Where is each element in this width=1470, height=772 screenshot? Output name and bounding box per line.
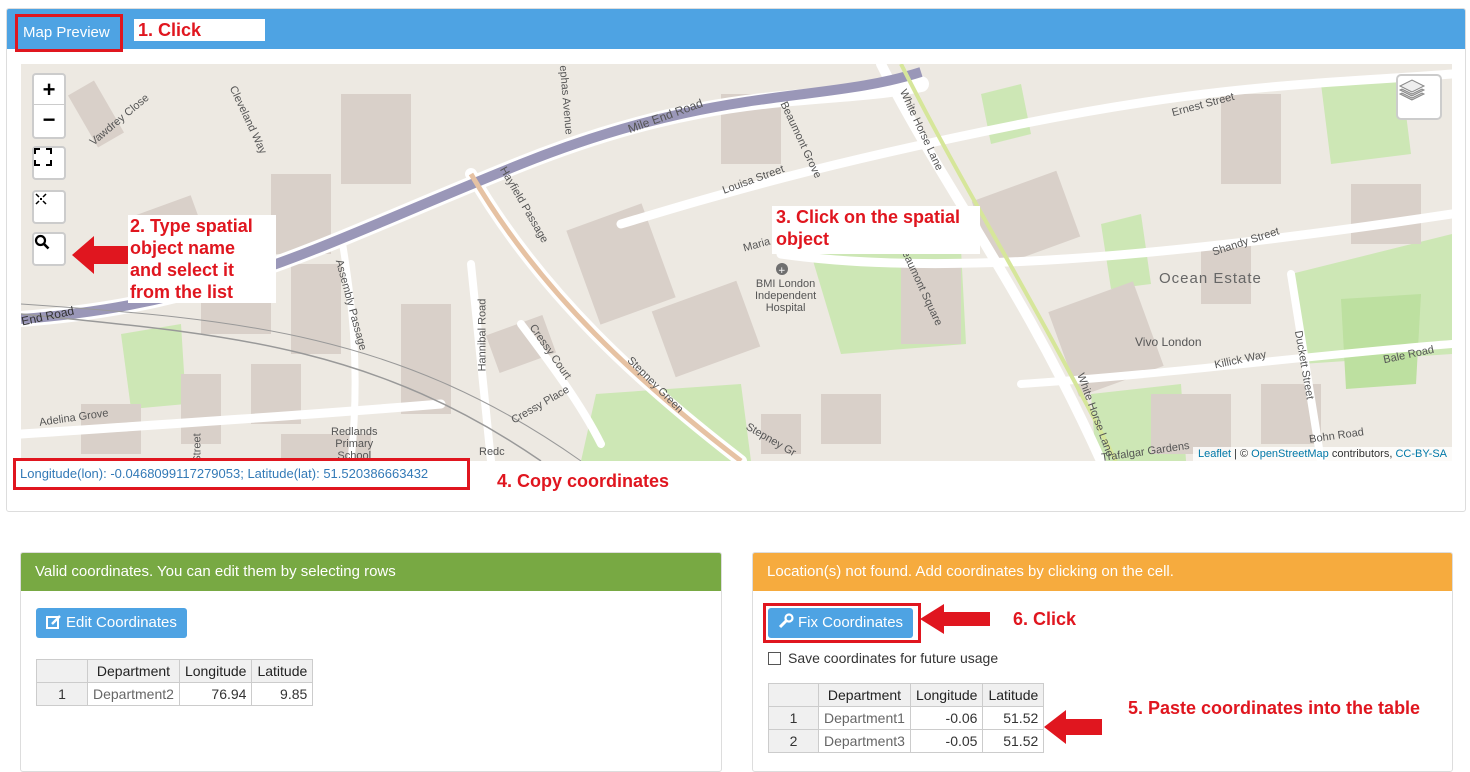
reset-view-icon [35, 193, 47, 205]
not-found-table[interactable]: Department Longitude Latitude 1 Departme… [768, 683, 1045, 753]
arrow-left-icon [920, 604, 990, 634]
zoom-control: + − [32, 73, 66, 139]
callout-step5: 5. Paste coordinates into the table [1128, 697, 1421, 719]
fix-coordinates-button[interactable]: Fix Coordinates [768, 608, 914, 638]
col-header-rownum [768, 683, 819, 707]
map-label-school: Redlands Primary School [331, 426, 378, 461]
col-header-department: Department [818, 683, 911, 707]
table-row[interactable]: 1 Department1 -0.06 51.52 [768, 706, 1045, 730]
map-label: Redc [479, 446, 505, 458]
map-label: Hannibal Road [476, 298, 489, 372]
layers-icon [1398, 79, 1426, 101]
col-header-rownum [36, 659, 88, 683]
layers-button[interactable] [1396, 74, 1442, 120]
arrow-left-icon [1044, 710, 1102, 744]
map-label: Street [191, 433, 204, 461]
valid-coordinates-table[interactable]: Department Longitude Latitude 1 Departme… [36, 659, 314, 706]
coordinates-readout[interactable]: Longitude(lon): -0.0468099117279053; Lat… [13, 458, 470, 490]
reset-view-button[interactable] [32, 190, 66, 224]
callout-step3: 3. Click on the spatial object [772, 206, 980, 254]
map-attribution: Leaflet | © OpenStreetMap contributors, … [1192, 447, 1452, 461]
callout-step4: 4. Copy coordinates [497, 470, 670, 492]
callout-step6: 6. Click [1013, 608, 1077, 630]
svg-text:+: + [778, 266, 786, 276]
edit-icon [46, 615, 61, 629]
search-icon [34, 234, 50, 250]
save-coordinates-checkbox[interactable]: Save coordinates for future usage [768, 650, 998, 666]
zoom-out-button[interactable]: − [34, 105, 64, 135]
notfound-panel-header: Location(s) not found. Add coordinates b… [753, 553, 1452, 591]
map-label-hospital: BMI London Independent Hospital [755, 278, 817, 314]
search-button[interactable] [32, 232, 66, 266]
edit-coordinates-button[interactable]: Edit Coordinates [36, 608, 187, 638]
osm-link[interactable]: OpenStreetMap [1251, 448, 1329, 460]
fullscreen-button[interactable] [32, 146, 66, 180]
table-row[interactable]: 1 Department2 76.94 9.85 [36, 682, 314, 706]
leaflet-link[interactable]: Leaflet [1198, 448, 1231, 460]
tab-map-preview[interactable]: Map Preview [15, 14, 123, 52]
callout-step2: 2. Type spatial object name and select it f… [128, 215, 276, 303]
map-label-area: Ocean Estate [1159, 270, 1262, 287]
fullscreen-icon [34, 148, 52, 166]
table-row[interactable]: 2 Department3 -0.05 51.52 [768, 729, 1045, 753]
col-header-department: Department [87, 659, 180, 683]
callout-step1: 1. Click [134, 19, 265, 41]
license-link[interactable]: CC-BY-SA [1395, 448, 1447, 460]
map-label: Vivo London [1135, 335, 1202, 349]
col-header-latitude: Latitude [982, 683, 1045, 707]
wrench-icon [778, 613, 794, 629]
zoom-in-button[interactable]: + [34, 75, 64, 105]
valid-panel-header: Valid coordinates. You can edit them by … [21, 553, 721, 591]
col-header-longitude: Longitude [909, 683, 984, 707]
arrow-left-icon [72, 236, 128, 274]
col-header-latitude: Latitude [251, 659, 314, 683]
checkbox[interactable] [768, 651, 781, 665]
col-header-longitude: Longitude [178, 659, 253, 683]
